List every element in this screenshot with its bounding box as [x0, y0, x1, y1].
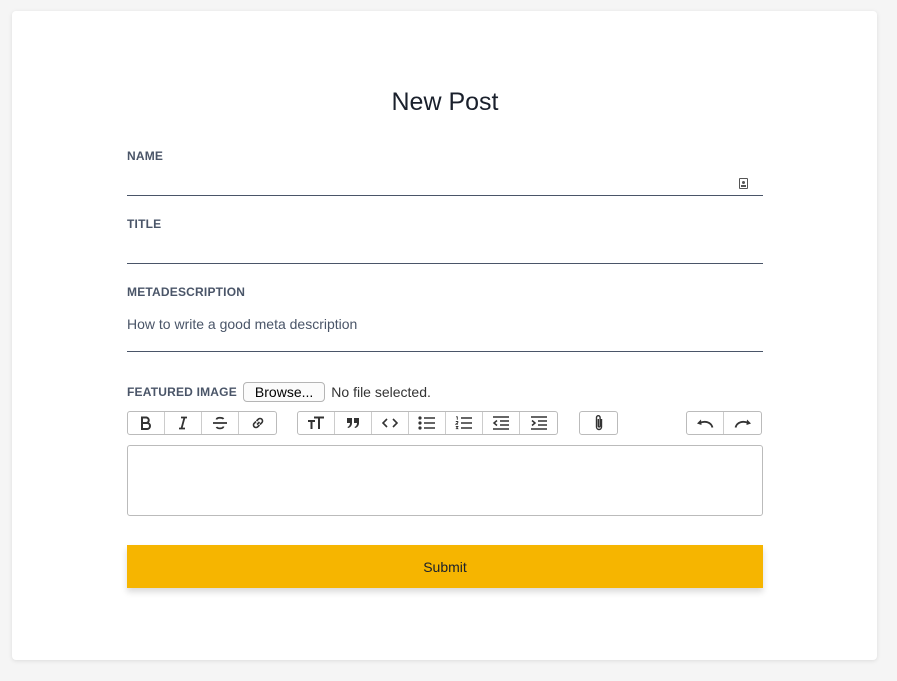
toolbar-attach-group: [579, 411, 618, 435]
toolbar-block-group: [297, 411, 558, 435]
bullet-list-button[interactable]: [409, 412, 446, 434]
post-form-card: New Post NAME TITLE METADESCRIPTION How …: [12, 11, 877, 660]
featured-image-row: FEATURED IMAGE Browse... No file selecte…: [127, 382, 431, 402]
attach-button[interactable]: [580, 412, 617, 434]
quote-button[interactable]: [335, 412, 372, 434]
metadescription-input[interactable]: [127, 307, 763, 352]
bold-button[interactable]: [128, 412, 165, 434]
submit-button[interactable]: Submit: [127, 545, 763, 588]
numbered-list-button[interactable]: [446, 412, 483, 434]
code-icon: [382, 418, 398, 428]
link-button[interactable]: [239, 412, 276, 434]
contact-card-icon[interactable]: [739, 178, 748, 189]
redo-button[interactable]: [724, 412, 761, 434]
name-field-wrapper: [127, 172, 763, 196]
undo-icon: [697, 419, 714, 428]
increase-indent-button[interactable]: [520, 412, 557, 434]
decrease-indent-icon: [492, 416, 509, 430]
italic-button[interactable]: [165, 412, 202, 434]
featured-image-label: FEATURED IMAGE: [127, 385, 237, 399]
strikethrough-icon: [213, 416, 227, 430]
numbered-list-icon: [455, 416, 472, 430]
quote-icon: [347, 418, 359, 428]
title-input[interactable]: [127, 240, 763, 264]
bullet-list-icon: [418, 416, 435, 430]
content-editor[interactable]: [127, 445, 763, 516]
bold-icon: [141, 416, 151, 430]
heading-icon: [308, 416, 324, 429]
title-label: TITLE: [127, 217, 162, 231]
undo-button[interactable]: [687, 412, 724, 434]
code-button[interactable]: [372, 412, 409, 434]
name-input[interactable]: [127, 172, 763, 196]
strikethrough-button[interactable]: [202, 412, 239, 434]
increase-indent-icon: [530, 416, 547, 430]
name-label: NAME: [127, 149, 164, 163]
link-icon: [252, 417, 263, 429]
file-status: No file selected.: [331, 384, 431, 400]
metadescription-label: METADESCRIPTION: [127, 285, 246, 299]
redo-icon: [734, 419, 751, 428]
italic-icon: [179, 416, 187, 430]
attach-icon: [595, 415, 602, 431]
decrease-indent-button[interactable]: [483, 412, 520, 434]
heading-button[interactable]: [298, 412, 335, 434]
page-title: New Post: [391, 88, 499, 116]
browse-button[interactable]: Browse...: [242, 382, 326, 402]
toolbar-text-group: [127, 411, 277, 435]
toolbar-history-group: [686, 411, 762, 435]
